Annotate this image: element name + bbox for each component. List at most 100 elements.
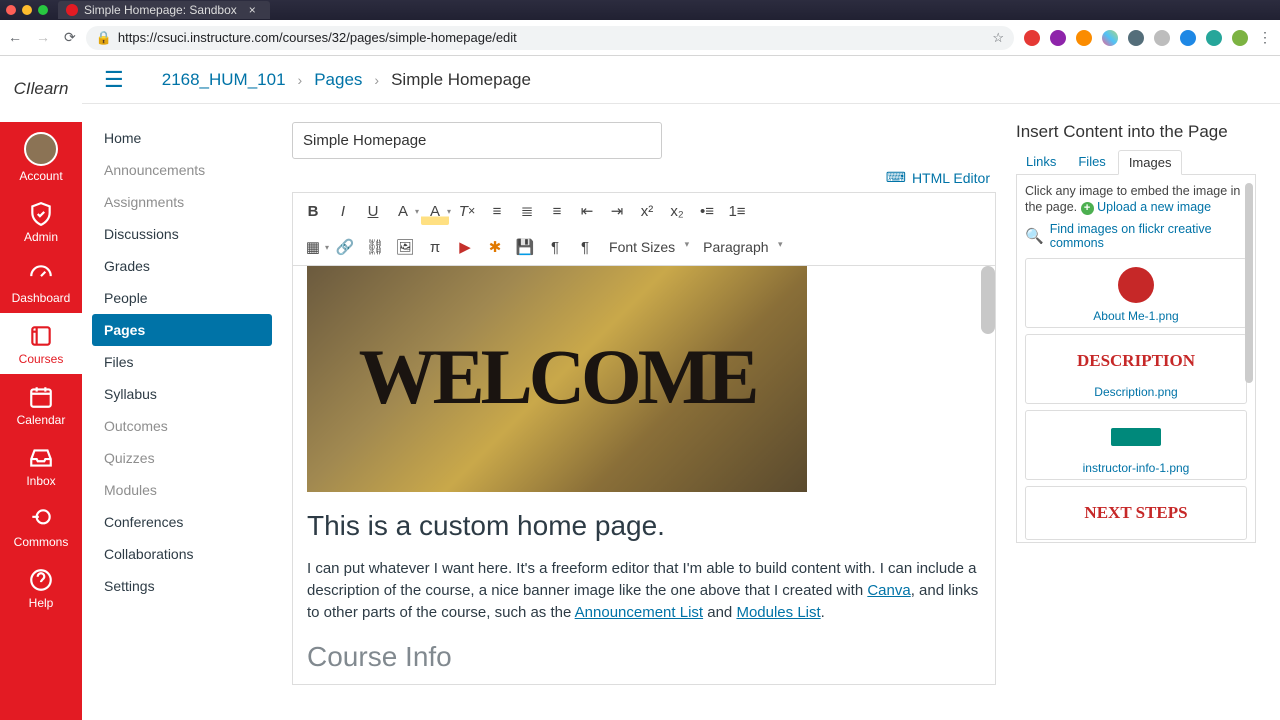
align-center-button[interactable]: ≣	[513, 197, 541, 225]
back-button[interactable]: ←	[8, 29, 22, 46]
course-nav-item[interactable]: Syllabus	[92, 378, 272, 410]
page-title-input[interactable]	[292, 122, 662, 159]
youtube-button[interactable]: ▶	[451, 233, 479, 261]
chevron-down-icon[interactable]: ▾	[325, 243, 329, 252]
nav-help[interactable]: Help	[0, 557, 82, 618]
equation-button[interactable]: π	[421, 233, 449, 261]
course-nav-item[interactable]: Announcements	[92, 154, 272, 186]
italic-button[interactable]: I	[329, 197, 357, 225]
course-nav-item[interactable]: Conferences	[92, 506, 272, 538]
bold-button[interactable]: B	[299, 197, 327, 225]
ltr-button[interactable]: ¶	[541, 233, 569, 261]
minimize-window-dot[interactable]	[22, 5, 32, 15]
extension-icon[interactable]	[1102, 30, 1118, 46]
course-nav-item[interactable]: Outcomes	[92, 410, 272, 442]
chevron-down-icon[interactable]: ▾	[447, 207, 451, 216]
extension-icon[interactable]	[1180, 30, 1196, 46]
bg-color-button[interactable]: A	[421, 197, 449, 225]
browser-menu-icon[interactable]: ⋮	[1258, 29, 1272, 46]
image-thumbnail[interactable]: About Me-1.png	[1025, 258, 1247, 328]
rce-editor-body[interactable]: WELCOME This is a custom home page. I ca…	[292, 265, 996, 685]
extension-icon[interactable]	[1232, 30, 1248, 46]
flickr-search-link[interactable]: Find images on flickr creative commons	[1050, 222, 1247, 250]
extension-icon[interactable]	[1154, 30, 1170, 46]
maximize-window-dot[interactable]	[38, 5, 48, 15]
kaltura-button[interactable]: ✱	[481, 233, 509, 261]
link-announcements[interactable]: Announcement List	[575, 604, 703, 621]
course-nav-item[interactable]: Files	[92, 346, 272, 378]
nav-account[interactable]: Account	[0, 122, 82, 191]
tab-links[interactable]: Links	[1016, 150, 1066, 174]
tab-files[interactable]: Files	[1068, 150, 1115, 174]
tab-close-icon[interactable]: ×	[249, 3, 256, 17]
course-nav-item[interactable]: Settings	[92, 570, 272, 602]
tab-images[interactable]: Images	[1118, 150, 1183, 175]
nav-courses[interactable]: Courses	[0, 313, 82, 374]
extension-icon[interactable]	[1076, 30, 1092, 46]
nav-commons[interactable]: Commons	[0, 496, 82, 557]
paragraph-select[interactable]: Paragraph	[695, 235, 786, 259]
course-nav-item[interactable]: People	[92, 282, 272, 314]
extension-icon[interactable]	[1050, 30, 1066, 46]
banner-image[interactable]: WELCOME	[307, 266, 807, 492]
course-nav-item[interactable]: Discussions	[92, 218, 272, 250]
course-nav-item[interactable]: Pages	[92, 314, 272, 346]
course-nav-item[interactable]: Modules	[92, 474, 272, 506]
text-color-button[interactable]: A	[389, 197, 417, 225]
nav-inbox[interactable]: Inbox	[0, 435, 82, 496]
media-button[interactable]: 💾	[511, 233, 539, 261]
link-button[interactable]: 🔗	[331, 233, 359, 261]
address-bar[interactable]: 🔒 https://csuci.instructure.com/courses/…	[86, 26, 1014, 50]
image-button[interactable]: 🖼	[391, 233, 419, 261]
insert-images-box: Click any image to embed the image in th…	[1016, 175, 1256, 543]
star-icon[interactable]: ☆	[992, 30, 1004, 46]
outdent-button[interactable]: ⇤	[573, 197, 601, 225]
clear-format-button[interactable]: T×	[453, 197, 481, 225]
rtl-button[interactable]: ¶	[571, 233, 599, 261]
indent-button[interactable]: ⇥	[603, 197, 631, 225]
superscript-button[interactable]: x²	[633, 197, 661, 225]
extension-icon[interactable]	[1128, 30, 1144, 46]
font-size-select[interactable]: Font Sizes	[601, 235, 693, 259]
reload-button[interactable]: ⟳	[64, 29, 76, 46]
course-nav-item[interactable]: Quizzes	[92, 442, 272, 474]
html-editor-toggle[interactable]: ⌨ HTML Editor	[292, 169, 990, 186]
image-thumbnail[interactable]: NEXT STEPS	[1025, 486, 1247, 540]
content-heading[interactable]: This is a custom home page.	[307, 510, 981, 542]
scrollbar-thumb[interactable]	[1245, 183, 1253, 383]
extension-icon[interactable]	[1206, 30, 1222, 46]
chevron-down-icon[interactable]: ▾	[415, 207, 419, 216]
extension-icon[interactable]	[1024, 30, 1040, 46]
breadcrumb-course[interactable]: 2168_HUM_101	[162, 70, 286, 90]
image-thumbnail[interactable]: instructor-info-1.png	[1025, 410, 1247, 480]
browser-tab[interactable]: Simple Homepage: Sandbox ×	[58, 1, 270, 19]
search-icon: 🔍	[1025, 227, 1044, 245]
nav-calendar[interactable]: Calendar	[0, 374, 82, 435]
subscript-button[interactable]: x₂	[663, 197, 691, 225]
underline-button[interactable]: U	[359, 197, 387, 225]
align-left-button[interactable]: ≡	[483, 197, 511, 225]
upload-image-link[interactable]: Upload a new image	[1097, 200, 1211, 214]
link-canva[interactable]: Canva	[867, 582, 910, 599]
unlink-button[interactable]: ⛓	[361, 233, 389, 261]
breadcrumb-pages[interactable]: Pages	[314, 70, 362, 90]
align-right-button[interactable]: ≡	[543, 197, 571, 225]
bullet-list-button[interactable]: •≡	[693, 197, 721, 225]
hamburger-icon[interactable]: ☰	[104, 67, 124, 93]
forward-button[interactable]: →	[36, 29, 50, 46]
course-nav-item[interactable]: Home	[92, 122, 272, 154]
course-nav-item[interactable]: Grades	[92, 250, 272, 282]
content-paragraph[interactable]: I can put whatever I want here. It's a f…	[307, 558, 981, 623]
table-button[interactable]: ▦	[299, 233, 327, 261]
nav-admin[interactable]: Admin	[0, 191, 82, 252]
number-list-button[interactable]: 1≡	[723, 197, 751, 225]
link-modules[interactable]: Modules List	[736, 604, 820, 621]
content-heading-2[interactable]: Course Info	[307, 641, 981, 673]
brand-logo[interactable]: CI learn	[0, 56, 82, 122]
nav-dashboard[interactable]: Dashboard	[0, 252, 82, 313]
course-nav-item[interactable]: Collaborations	[92, 538, 272, 570]
image-thumbnail[interactable]: DESCRIPTIONDescription.png	[1025, 334, 1247, 404]
scrollbar-thumb[interactable]	[981, 266, 995, 334]
close-window-dot[interactable]	[6, 5, 16, 15]
course-nav-item[interactable]: Assignments	[92, 186, 272, 218]
